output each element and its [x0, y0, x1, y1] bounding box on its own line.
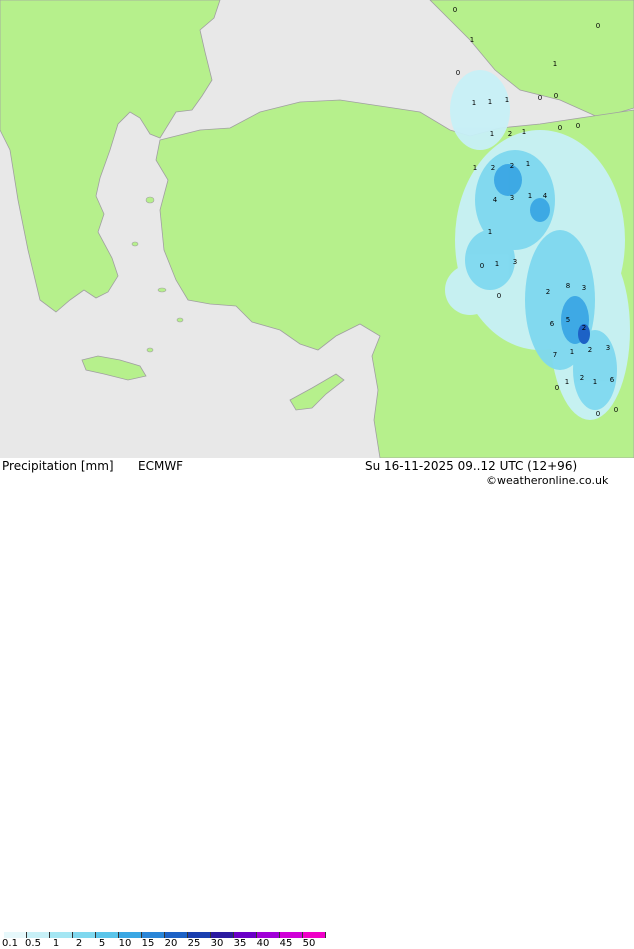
legend-tick: 2 — [75, 938, 83, 949]
precip-value: 4 — [493, 196, 498, 204]
precip-value: 1 — [470, 36, 474, 44]
precip-value: 1 — [570, 348, 574, 356]
precip-value: 1 — [593, 378, 597, 386]
precip-value: 0 — [576, 122, 580, 130]
precip-value: 3 — [513, 258, 517, 266]
precip-value: 3 — [582, 284, 586, 292]
precip-value: 1 — [528, 192, 532, 200]
precip-value: 2 — [546, 288, 550, 296]
legend-tick: 1 — [52, 938, 60, 949]
precip-value: 1 — [472, 99, 476, 107]
precip-value: 0 — [555, 384, 559, 392]
footer: Precipitation [mm] ECMWF Su 16-11-2025 0… — [0, 458, 634, 949]
legend-tick: 5 — [98, 938, 106, 949]
precip-value: 3 — [606, 344, 610, 352]
precip-value: 0 — [456, 69, 460, 77]
precip-value: 0 — [538, 94, 542, 102]
precip-value: 0 — [497, 292, 501, 300]
precip-value: 0 — [554, 92, 558, 100]
credit: ©weatheronline.co.uk — [486, 474, 609, 487]
precip-value: 1 — [565, 378, 569, 386]
precip-value: 1 — [488, 228, 492, 236]
precip-value: 1 — [473, 164, 477, 172]
precip-value: 0 — [558, 124, 562, 132]
precip-value: 7 — [553, 351, 557, 359]
legend-tick: 45 — [279, 938, 293, 949]
precip-value: 1 — [490, 130, 494, 138]
precip-value: 6 — [610, 376, 615, 384]
precip-value: 1 — [505, 96, 509, 104]
precip-value: 0 — [596, 410, 600, 418]
legend-tick: 25 — [187, 938, 201, 949]
precip-value: 1 — [495, 260, 499, 268]
precip-value: 3 — [510, 194, 514, 202]
precip-value: 4 — [543, 192, 548, 200]
precipitation-map: 0011011100001211221431410132836527123121… — [0, 0, 634, 459]
precip-value: 2 — [508, 130, 512, 138]
precip-value: 0 — [453, 6, 457, 14]
precip-value: 1 — [553, 60, 557, 68]
forecast-datetime: Su 16-11-2025 09..12 UTC (12+96) — [365, 459, 578, 473]
legend-tick: 50 — [302, 938, 316, 949]
precip-value: 5 — [566, 316, 570, 324]
legend-tick: 30 — [210, 938, 224, 949]
precip-value: 1 — [526, 160, 530, 168]
legend-tick: 40 — [256, 938, 270, 949]
precip-value: 2 — [491, 164, 495, 172]
map-title: Precipitation [mm] — [2, 459, 114, 473]
precip-value: 1 — [522, 128, 526, 136]
precip-value: 2 — [510, 162, 514, 170]
model-name: ECMWF — [138, 459, 184, 473]
legend-tick: 10 — [118, 938, 132, 949]
precip-value: 2 — [588, 346, 592, 354]
legend-tick: 0.1 — [2, 938, 18, 949]
precip-value: 8 — [566, 282, 570, 290]
precip-value: 0 — [596, 22, 600, 30]
precip-value: 6 — [550, 320, 555, 328]
legend-tick: 20 — [164, 938, 178, 949]
legend-tick: 35 — [233, 938, 247, 949]
legend-tick: 15 — [141, 938, 155, 949]
precip-value: 2 — [582, 324, 586, 332]
precip-value: 0 — [614, 406, 618, 414]
precip-value: 2 — [580, 374, 584, 382]
precip-value: 0 — [480, 262, 484, 270]
legend-tick: 0.5 — [25, 938, 41, 949]
precip-value: 1 — [488, 98, 492, 106]
